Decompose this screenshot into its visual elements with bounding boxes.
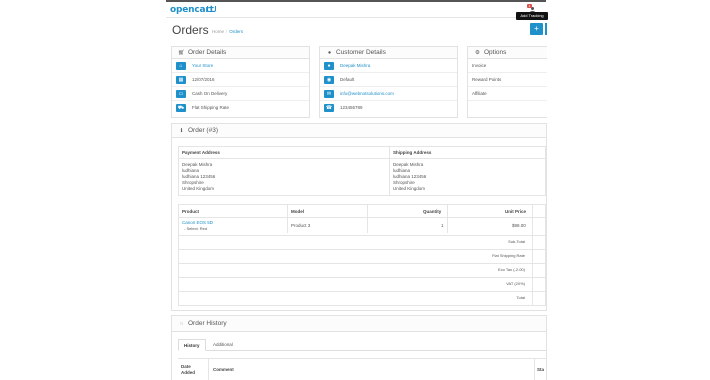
info-circle-icon: ℹ [180,128,183,134]
option-reward-points: Reward Points [468,73,547,87]
cart-logo-icon [207,6,216,12]
payment-method: Cash On Delivery [192,91,228,96]
order-history-panel: ◌ Order History History Additional Date A… [171,315,547,380]
breadcrumb-orders[interactable]: Orders [229,29,243,34]
customer-group: Default [340,77,355,82]
envelope-icon[interactable]: ✉ [324,90,334,98]
total-label: Total [516,295,525,300]
shipping-address-header: Shipping Address [393,150,432,155]
customer-row-email: ✉ info@webnotsolutions.com [320,87,457,101]
total-label: Sub-Total [508,239,525,244]
order-header: ℹ Order (#3) [172,124,546,138]
payment-address: Deepak Mishra ludhiana ludhiana 123456 S… [182,162,215,192]
payment-address-header: Payment Address [182,150,220,155]
top-navbar: opencart 1 [166,0,546,18]
option-affiliate: Affiliate [468,87,547,101]
payment-line: United Kingdom [182,186,215,191]
notification-badge: 1 [527,4,532,8]
opencart-logo[interactable]: opencart [170,5,216,15]
customer-row-group: ◉ Default [320,73,457,87]
total-label: Flat Shipping Rate [492,253,525,258]
shipping-address: Deepak Mishra ludhiana ludhiana 123456 S… [393,162,426,192]
page-title: Orders [172,23,209,37]
product-table: Product Model Quantity Unit Price Canon … [178,204,546,306]
order-row-date: ▦ 12/07/2016 [172,73,309,87]
product-quantity: 1 [441,223,444,228]
customer-name-link[interactable]: Deepak Mishra [340,63,370,68]
comment-icon: ◌ [179,321,184,327]
product-unit-price: $98.00 [512,223,526,228]
order-title: Order (#3) [188,127,218,134]
cog-icon: ⚙ [475,50,480,56]
col-comment: Comment [213,367,234,372]
plus-icon: + [534,24,539,33]
total-label: VAT (20%) [506,281,525,286]
customer-details-title: Customer Details [336,49,386,56]
order-history-title: Order History [188,320,227,327]
option-invoice: Invoice [468,59,547,73]
product-model: Product 3 [291,223,311,228]
add-button[interactable]: + [530,23,543,35]
customer-details-panel: ● Customer Details ● Deepak Mishra ◉ Defa… [319,46,458,118]
store-link[interactable]: Your Store [192,63,213,68]
address-table: Payment Address Shipping Address Deepak … [178,146,546,196]
total-label: Eco Tax (-2.00) [497,267,525,272]
truck-icon[interactable]: ⛟ [176,104,186,112]
customer-row-name: ● Deepak Mishra [320,59,457,73]
product-name-link[interactable]: Canon EOS 5D [182,220,213,225]
product-option: - Select: Red [184,226,208,231]
col-model: Model [291,209,304,214]
order-row-store: ⌂ Your Store [172,59,309,73]
user-icon[interactable]: ● [324,62,334,70]
customer-details-header: ● Customer Details [320,47,457,59]
tab-history[interactable]: History [178,339,206,351]
user-icon: ● [327,50,332,56]
col-date-added: Date Added [181,364,195,375]
credit-card-icon[interactable]: ▭ [176,90,186,98]
tab-additional[interactable]: Additional [208,339,238,351]
col-product: Product [182,209,200,214]
shipping-line: United Kingdom [393,186,426,191]
store-icon[interactable]: ⌂ [176,62,186,70]
customer-email-link[interactable]: info@webnotsolutions.com [340,91,394,96]
col-unit-price: Unit Price [505,209,527,214]
order-row-shipping: ⛟ Flat Shipping Rate [172,101,309,115]
calendar-icon[interactable]: ▦ [176,76,186,84]
add-tracking-tooltip: Add Tracking [516,12,548,20]
options-title: Options [484,49,507,56]
order-details-header: 🛒︎ Order Details [172,47,309,59]
order-details-title: Order Details [188,49,227,56]
order-details-panel: 🛒︎ Order Details ⌂ Your Store ▦ 12/07/201… [171,46,310,118]
secondary-button[interactable] [545,23,547,35]
phone-icon[interactable]: ☎ [324,104,334,112]
order-history-header: ◌ Order History [172,316,546,332]
order-date: 12/07/2016 [192,77,215,82]
group-icon[interactable]: ◉ [324,76,334,84]
cart-icon: 🛒︎ [178,50,185,56]
order-row-payment: ▭ Cash On Delivery [172,87,309,101]
shipping-method: Flat Shipping Rate [192,105,230,110]
options-panel: ⚙ Options Invoice Reward Points Affiliate [467,46,547,118]
breadcrumb: Home / Orders [212,29,244,34]
options-header: ⚙ Options [468,47,547,59]
col-quantity: Quantity [423,209,442,214]
customer-row-phone: ☎ 123456789 [320,101,457,115]
col-status: Sta [537,367,545,372]
order-panel: ℹ Order (#3) Payment Address Shipping Add… [171,123,547,311]
breadcrumb-home[interactable]: Home [212,29,224,34]
customer-phone: 123456789 [340,105,363,110]
